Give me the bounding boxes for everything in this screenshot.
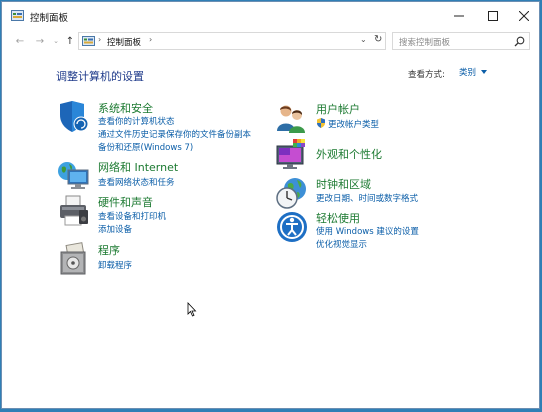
title-bar: 控制面板	[2, 2, 539, 30]
breadcrumb-control-panel[interactable]: 控制面板	[107, 36, 141, 48]
category-ease-of-access: 轻松使用 使用 Windows 建议的设置 优化视觉显示	[275, 210, 475, 250]
forward-button[interactable]: →	[32, 33, 48, 49]
network-globe-icon[interactable]	[57, 159, 91, 193]
programs-icon[interactable]	[57, 242, 91, 276]
users-icon[interactable]	[275, 101, 309, 135]
minimize-icon	[454, 15, 464, 17]
view-by-dropdown[interactable]: 类别	[453, 64, 494, 79]
navigation-bar: ← → ⌄ ↑ › 控制面板 › ⌄ ↻ 搜索控制面板	[2, 30, 539, 52]
link-optimize-visual-display[interactable]: 优化视觉显示	[316, 238, 367, 250]
breadcrumb-separator-icon[interactable]: ›	[149, 35, 152, 44]
appearance-icon[interactable]	[275, 138, 309, 172]
view-by-label: 查看方式:	[408, 70, 445, 80]
close-button[interactable]	[507, 2, 541, 30]
address-dropdown-icon[interactable]: ⌄	[360, 35, 367, 44]
forward-arrow-icon: →	[35, 35, 45, 47]
category-system-security: 系统和安全 查看你的计算机状态 通过文件历史记录保存你的文件备份副本 备份和还原…	[57, 100, 277, 153]
back-arrow-icon: ←	[15, 35, 25, 47]
address-bar[interactable]: › 控制面板 › ⌄ ↻	[78, 32, 386, 50]
category-clock-region: 时钟和区域 更改日期、时间或数字格式	[275, 176, 475, 210]
link-change-date-time-format[interactable]: 更改日期、时间或数字格式	[316, 192, 418, 204]
chevron-down-icon: ⌄	[53, 37, 59, 45]
category-title[interactable]: 程序	[98, 242, 120, 258]
up-arrow-icon: ↑	[65, 35, 75, 47]
search-placeholder: 搜索控制面板	[399, 38, 451, 48]
back-button[interactable]: ←	[12, 33, 28, 49]
link-recommended-settings[interactable]: 使用 Windows 建议的设置	[316, 225, 419, 237]
search-icon[interactable]	[514, 36, 525, 47]
refresh-icon[interactable]: ↻	[374, 34, 382, 45]
link-view-computer-status[interactable]: 查看你的计算机状态	[98, 115, 175, 127]
category-network-internet: 网络和 Internet 查看网络状态和任务	[57, 159, 257, 193]
mouse-cursor-icon	[187, 302, 197, 317]
close-icon	[519, 11, 529, 21]
maximize-icon	[488, 11, 498, 21]
accessibility-icon[interactable]	[275, 210, 309, 244]
control-panel-icon	[11, 10, 24, 21]
category-title[interactable]: 轻松使用	[316, 210, 360, 226]
search-input[interactable]: 搜索控制面板	[392, 32, 530, 50]
link-backup-restore[interactable]: 备份和还原(Windows 7)	[98, 141, 193, 153]
breadcrumb-separator-icon[interactable]: ›	[98, 35, 101, 44]
category-user-accounts: 用户帐户 更改帐户类型	[275, 101, 475, 135]
link-file-history-backup[interactable]: 通过文件历史记录保存你的文件备份副本	[98, 128, 251, 140]
category-title[interactable]: 外观和个性化	[316, 146, 382, 162]
window-title: 控制面板	[30, 13, 69, 24]
printer-icon[interactable]	[57, 194, 91, 228]
up-button[interactable]: ↑	[62, 33, 78, 49]
link-change-account-type[interactable]: 更改帐户类型	[316, 118, 379, 130]
minimize-button[interactable]	[442, 2, 476, 30]
link-network-status[interactable]: 查看网络状态和任务	[98, 176, 175, 188]
link-devices-printers[interactable]: 查看设备和打印机	[98, 210, 166, 222]
page-title: 调整计算机的设置	[56, 70, 144, 83]
shield-icon[interactable]	[57, 100, 91, 134]
category-hardware-sound: 硬件和声音 查看设备和打印机 添加设备	[57, 194, 257, 235]
maximize-button[interactable]	[476, 2, 510, 30]
category-title[interactable]: 硬件和声音	[98, 194, 153, 210]
category-title[interactable]: 时钟和区域	[316, 176, 371, 192]
category-title[interactable]: 系统和安全	[98, 100, 153, 116]
category-appearance-personalization: 外观和个性化	[275, 138, 475, 172]
control-panel-window: 控制面板 ← → ⌄ ↑ › 控制面板 › ⌄ ↻ 搜索控制面板 调整计算机的设…	[1, 1, 540, 409]
clock-globe-icon[interactable]	[275, 176, 309, 210]
control-panel-icon	[82, 36, 95, 46]
view-by-value: 类别	[459, 67, 477, 78]
uac-shield-icon	[317, 118, 325, 128]
link-add-device[interactable]: 添加设备	[98, 223, 132, 235]
dropdown-caret-icon	[481, 69, 488, 74]
category-programs: 程序 卸载程序	[57, 242, 257, 276]
link-uninstall-program[interactable]: 卸载程序	[98, 259, 132, 271]
category-title[interactable]: 用户帐户	[316, 101, 360, 117]
category-title[interactable]: 网络和 Internet	[98, 159, 178, 175]
link-change-account-type-label: 更改帐户类型	[328, 120, 380, 130]
